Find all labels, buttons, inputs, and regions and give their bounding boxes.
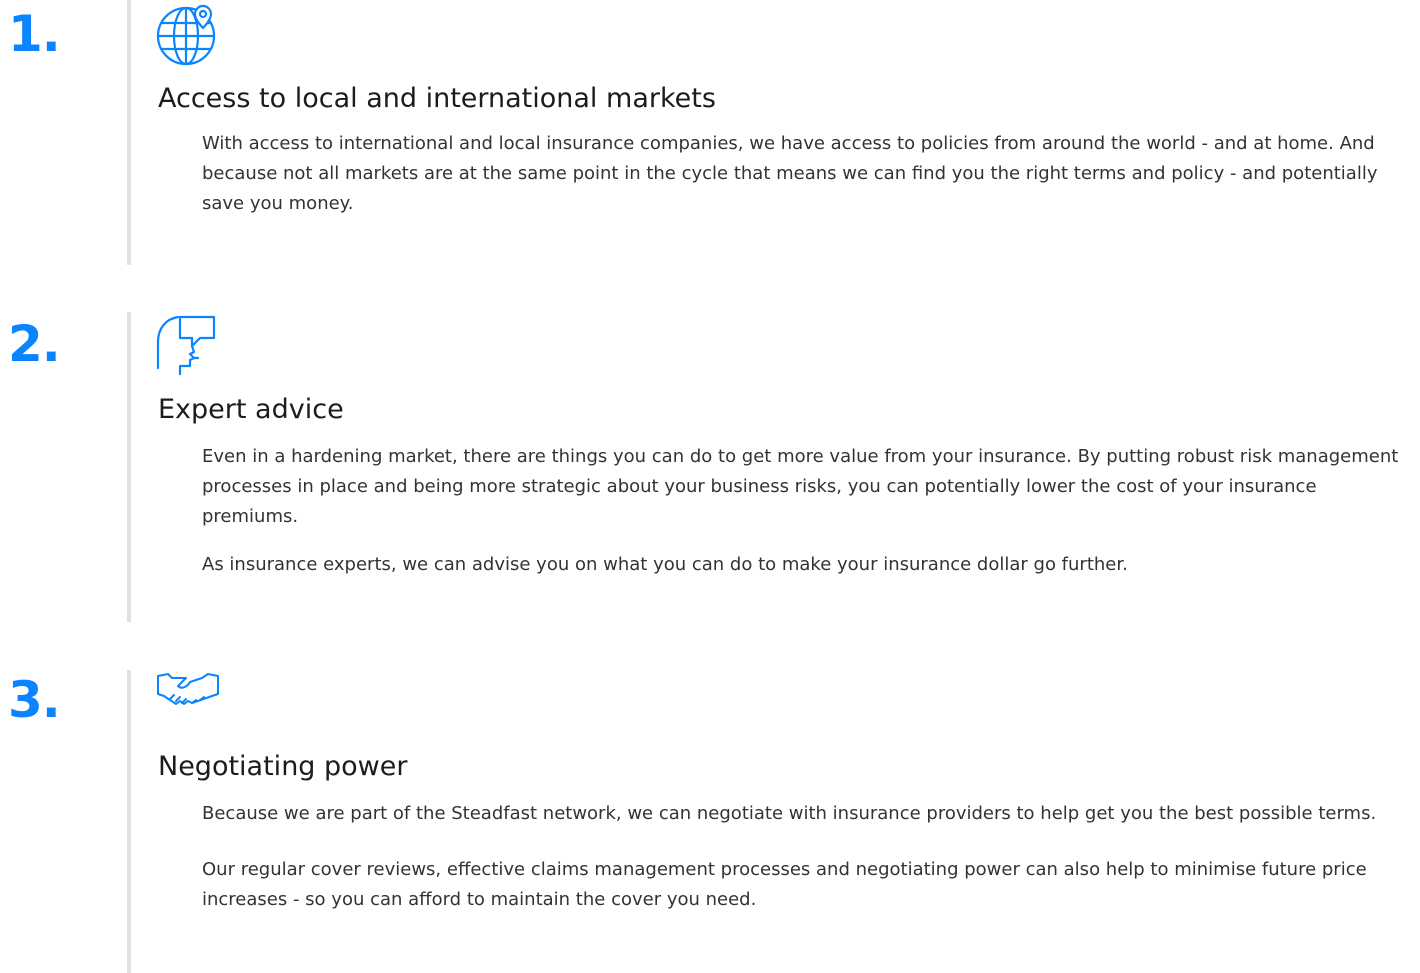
- divider: [127, 670, 131, 973]
- feature-title: Negotiating power: [158, 751, 408, 782]
- handshake-icon: [156, 670, 220, 734]
- divider: [127, 0, 131, 265]
- feature-number: 2.: [8, 315, 61, 373]
- globe-location-icon: [156, 2, 220, 66]
- feature-paragraph: Our regular cover reviews, effective cla…: [202, 859, 1367, 910]
- divider: [127, 312, 131, 622]
- feature-title: Access to local and international market…: [158, 83, 716, 114]
- feature-2: 2. Expert advice Even in a hardening mar…: [0, 312, 1420, 622]
- feature-paragraph: With access to international and local i…: [202, 133, 1378, 214]
- feature-1: 1. Access to local and international mar…: [0, 0, 1420, 265]
- feature-paragraph: Even in a hardening market, there are th…: [202, 446, 1399, 527]
- feature-paragraph: As insurance experts, we can advise you …: [202, 554, 1128, 575]
- expert-advice-head-icon: [156, 314, 220, 378]
- feature-paragraph: Because we are part of the Steadfast net…: [202, 803, 1377, 824]
- feature-number: 1.: [8, 5, 61, 63]
- feature-3: 3. Negotiating power Because we are part…: [0, 670, 1420, 973]
- feature-title: Expert advice: [158, 394, 344, 425]
- feature-number: 3.: [8, 671, 61, 729]
